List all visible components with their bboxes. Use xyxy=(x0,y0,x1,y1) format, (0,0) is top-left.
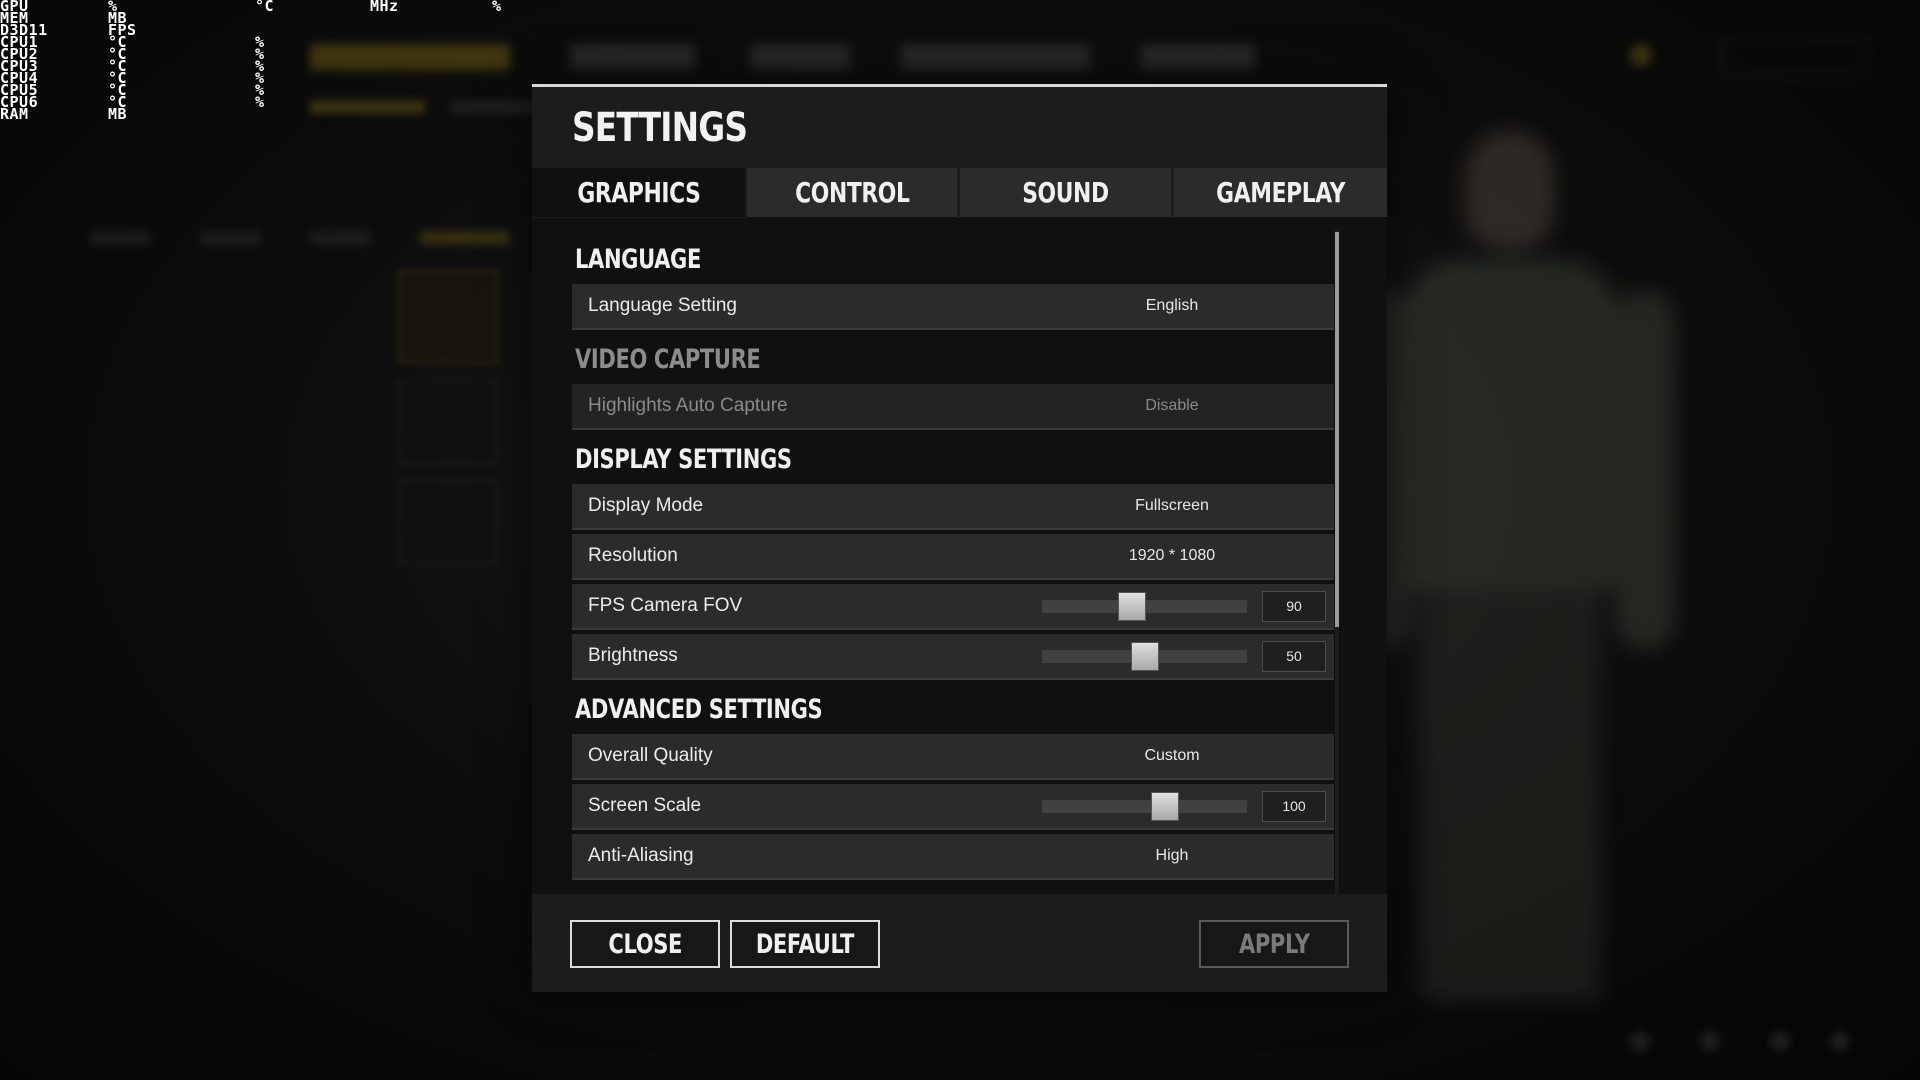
tab-label: SOUND xyxy=(1022,176,1109,209)
settings-panel: SETTINGS GRAPHICS CONTROL SOUND GAMEPLAY… xyxy=(532,84,1387,992)
background-character xyxy=(1350,110,1675,1010)
setting-label: Overall Quality xyxy=(588,745,713,766)
settings-scrollbar-thumb[interactable] xyxy=(1335,232,1339,627)
background-currency-area xyxy=(1630,30,1870,80)
setting-row-overall-quality[interactable]: Overall Quality Custom xyxy=(572,734,1334,780)
overlay-metric-unit: % xyxy=(492,0,502,15)
background-item-slot xyxy=(398,270,498,364)
panel-footer: CLOSE DEFAULT APPLY xyxy=(532,894,1387,992)
setting-value[interactable]: Disable xyxy=(1072,384,1272,428)
setting-label: Brightness xyxy=(588,645,678,666)
panel-header: SETTINGS xyxy=(532,87,1387,171)
slider-handle[interactable] xyxy=(1118,592,1147,621)
settings-title: SETTINGS xyxy=(572,105,748,151)
brightness-value-input[interactable]: 50 xyxy=(1262,641,1326,672)
section-heading-language: LANGUAGE xyxy=(575,243,701,275)
overlay-metric-unit: % xyxy=(255,93,265,111)
overlay-metric-unit: °C xyxy=(255,0,275,15)
setting-row-resolution[interactable]: Resolution 1920 * 1080 xyxy=(572,534,1334,580)
button-label: APPLY xyxy=(1238,928,1310,960)
background-bottom-icons xyxy=(1620,1025,1860,1055)
setting-row-brightness: Brightness 50 xyxy=(572,634,1334,680)
setting-label: Screen Scale xyxy=(588,795,702,816)
slider-handle[interactable] xyxy=(1130,642,1159,671)
setting-value[interactable]: Fullscreen xyxy=(1072,484,1272,528)
button-label: DEFAULT xyxy=(755,928,855,960)
game-screen: GPU69%57°C1380MHz100%MEM977MBD3D11144FPS… xyxy=(0,0,1920,1080)
setting-value[interactable]: Custom xyxy=(1072,734,1272,778)
settings-list: LANGUAGE Language Setting English VIDEO … xyxy=(572,229,1334,946)
setting-row-highlights-auto-capture[interactable]: Highlights Auto Capture Disable xyxy=(572,384,1334,430)
tab-gameplay[interactable]: GAMEPLAY xyxy=(1174,168,1387,218)
brightness-slider[interactable] xyxy=(1042,642,1247,671)
setting-label: Anti-Aliasing xyxy=(588,845,694,866)
apply-button[interactable]: APPLY xyxy=(1199,920,1349,968)
section-heading-advanced-settings: ADVANCED SETTINGS xyxy=(575,693,823,725)
tab-label: GAMEPLAY xyxy=(1216,176,1345,209)
setting-label: Display Mode xyxy=(588,495,704,516)
tab-control[interactable]: CONTROL xyxy=(747,168,957,218)
tab-graphics[interactable]: GRAPHICS xyxy=(532,168,745,217)
setting-row-display-mode[interactable]: Display Mode Fullscreen xyxy=(572,484,1334,530)
setting-label: Language Setting xyxy=(588,295,737,316)
fov-value-input[interactable]: 90 xyxy=(1262,591,1326,622)
overlay-metric-label: RAM xyxy=(0,105,29,123)
setting-label: Highlights Auto Capture xyxy=(588,395,788,416)
background-tab-row xyxy=(80,225,540,251)
setting-label: FPS Camera FOV xyxy=(588,595,743,616)
setting-row-fps-camera-fov: FPS Camera FOV 90 xyxy=(572,584,1334,630)
screen-scale-value-input[interactable]: 100 xyxy=(1262,791,1326,822)
overlay-metric-unit: MB xyxy=(108,105,128,123)
fov-slider[interactable] xyxy=(1042,592,1247,621)
setting-value[interactable]: High xyxy=(1072,834,1272,878)
tab-sound[interactable]: SOUND xyxy=(960,168,1171,218)
close-button[interactable]: CLOSE xyxy=(570,920,720,968)
section-heading-video-capture: VIDEO CAPTURE xyxy=(575,343,761,375)
slider-handle[interactable] xyxy=(1151,792,1179,821)
tab-label: CONTROL xyxy=(794,176,910,209)
button-label: CLOSE xyxy=(608,928,682,960)
setting-value[interactable]: English xyxy=(1072,284,1272,328)
setting-value[interactable]: 1920 * 1080 xyxy=(1072,534,1272,578)
settings-tab-bar: GRAPHICS CONTROL SOUND GAMEPLAY xyxy=(532,168,1387,218)
screen-scale-slider[interactable] xyxy=(1042,792,1247,821)
section-heading-display-settings: DISPLAY SETTINGS xyxy=(575,443,792,475)
background-item-slot xyxy=(398,480,498,564)
setting-row-language[interactable]: Language Setting English xyxy=(572,284,1334,330)
tab-label: GRAPHICS xyxy=(576,176,701,209)
default-button[interactable]: DEFAULT xyxy=(730,920,880,968)
setting-label: Resolution xyxy=(588,545,678,566)
setting-row-screen-scale: Screen Scale 100 xyxy=(572,784,1334,830)
setting-row-anti-aliasing[interactable]: Anti-Aliasing High xyxy=(572,834,1334,880)
background-item-slot xyxy=(398,380,498,464)
overlay-metric-unit: MHz xyxy=(370,0,399,15)
